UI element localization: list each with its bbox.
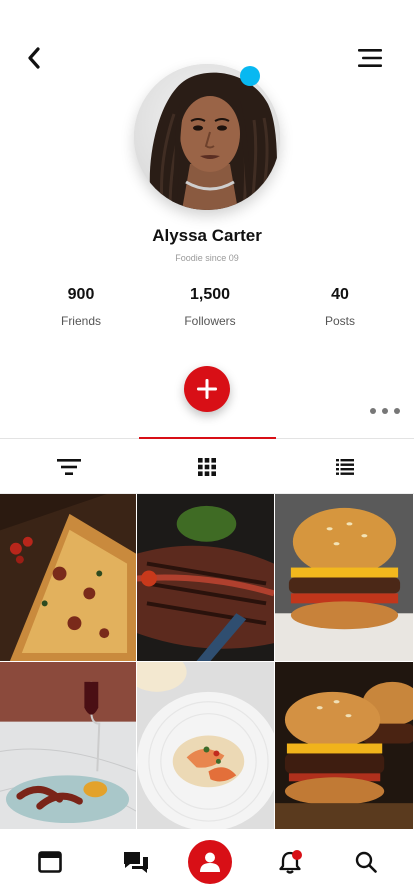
browser-window-icon [38,851,62,873]
stat-label: Followers [184,314,236,328]
more-horizontal-icon [370,408,376,414]
more-horizontal-icon [382,408,388,414]
grid-icon [198,457,216,476]
photo-steak[interactable] [137,494,275,662]
photo-shrimp[interactable] [137,662,275,830]
stat-label: Friends [60,314,101,328]
profile-name: Alyssa Carter [152,226,262,245]
photo-burger[interactable] [275,494,414,662]
bottom-navigation [0,830,414,896]
nav-profile[interactable] [188,840,232,884]
tab-list[interactable] [276,440,414,493]
active-tab-indicator [139,437,276,439]
profile-stats: 900 Friends 1,500 Followers 40 Posts [0,286,414,336]
list-icon [336,458,354,475]
filter-icon [57,458,81,475]
stat-posts[interactable]: 40 Posts [285,286,395,328]
stat-value: 1,500 [189,286,231,303]
chevron-left-icon [28,47,40,69]
tab-filter[interactable] [0,440,138,493]
stat-label: Posts [324,314,355,328]
notification-badge [292,850,302,860]
tab-grid[interactable] [138,440,276,493]
online-status-dot [240,66,260,86]
add-post-button[interactable] [184,366,230,412]
nav-browser[interactable] [32,844,68,880]
chat-icon [124,852,148,873]
search-icon [355,851,377,873]
more-options-button[interactable] [370,402,400,420]
nav-search[interactable] [348,844,384,880]
photo-octopus[interactable] [0,662,137,830]
nav-messages[interactable] [118,844,154,880]
stat-value: 900 [67,286,95,303]
profile-avatar-wrap [134,64,280,210]
stat-friends[interactable]: 900 Friends [26,286,136,328]
hamburger-menu-icon [358,49,382,67]
photo-pizza[interactable] [0,494,137,662]
stat-followers[interactable]: 1,500 Followers [155,286,265,328]
view-tabs [0,440,414,494]
avatar[interactable] [134,64,280,210]
user-icon [200,852,220,872]
nav-notifications[interactable] [272,844,308,880]
plus-icon [197,379,217,399]
photo-grid [0,494,414,830]
profile-subtitle: Foodie since 09 [175,253,239,263]
menu-button[interactable] [354,44,388,72]
back-button[interactable] [20,44,48,72]
stat-value: 40 [331,286,349,303]
photo-burgers[interactable] [275,662,414,830]
more-horizontal-icon [394,408,400,414]
